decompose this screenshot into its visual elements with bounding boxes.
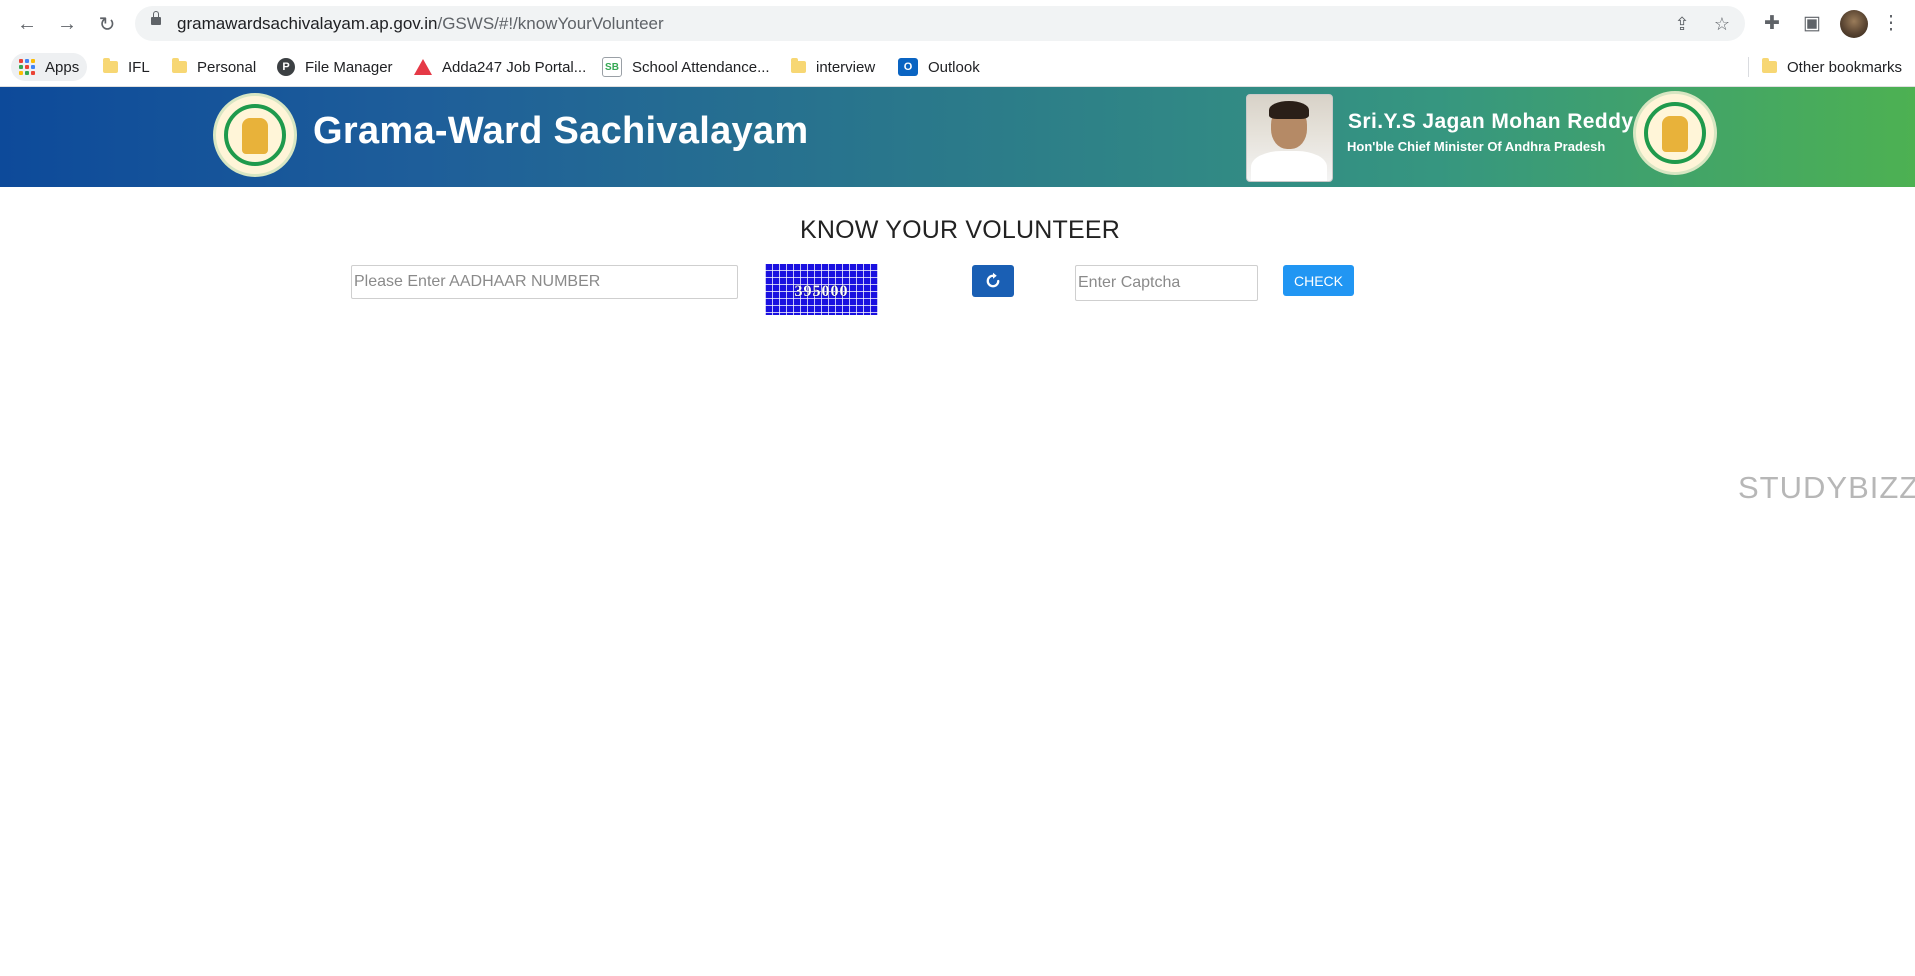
bookmark-apps[interactable]: Apps [11,53,88,81]
bookmark-label: IFL [128,58,150,76]
folder-icon [172,58,187,73]
url-text[interactable]: gramawardsachivalayam.ap.gov.in/GSWS/#!/… [177,14,664,34]
outlook-icon: O [898,58,918,76]
bookmark-label: Adda247 Job Portal... [442,58,587,76]
share-icon[interactable]: ⇪ [1670,12,1694,36]
chief-minister-photo [1246,94,1333,182]
side-panel-icon[interactable]: ▣ [1799,10,1825,36]
site-title[interactable]: Grama-Ward Sachivalayam [313,110,809,153]
bookmarks-divider [1748,57,1749,77]
cm-designation: Hon'ble Chief Minister Of Andhra Pradesh [1347,139,1606,154]
bookmark-ifl[interactable]: IFL [103,53,150,81]
bookmark-file-manager[interactable]: P File Manager [277,53,393,81]
bookmark-label: Outlook [928,58,980,76]
forward-icon[interactable]: → [51,8,83,40]
adda247-icon [414,59,432,75]
other-bookmarks-label: Other bookmarks [1787,58,1903,76]
ap-emblem-logo-left [213,93,297,177]
captcha-refresh-button[interactable] [972,265,1014,297]
profile-avatar[interactable] [1840,10,1868,38]
bookmark-label: File Manager [305,58,393,76]
folder-icon [1762,58,1777,73]
lock-icon[interactable] [151,11,161,25]
page-title: KNOW YOUR VOLUNTEER [799,216,1121,244]
address-bar[interactable]: gramawardsachivalayam.ap.gov.in/GSWS/#!/… [135,6,1745,41]
extensions-icon[interactable]: ✚ [1759,10,1785,36]
bookmark-label: interview [816,58,876,76]
ap-emblem-logo-right [1633,91,1717,175]
folder-icon [103,58,118,73]
cm-name: Sri.Y.S Jagan Mohan Reddy [1348,110,1634,133]
bookmark-outlook[interactable]: O Outlook [898,53,980,81]
bookmark-star-icon[interactable]: ☆ [1710,12,1734,36]
bookmark-adda247[interactable]: Adda247 Job Portal... [414,53,586,81]
menu-icon[interactable]: ⋮ [1878,10,1904,36]
bookmark-label: Apps [45,58,80,76]
bookmark-label: School Attendance... [632,58,770,76]
bookmark-school-attendance[interactable]: SB School Attendance... [602,53,770,81]
other-bookmarks[interactable]: Other bookmarks [1762,53,1902,81]
captcha-input[interactable] [1075,265,1258,301]
captcha-image: 395000 [765,264,878,315]
file-manager-icon: P [277,58,295,76]
folder-icon [791,58,806,73]
bookmarks-bar: Apps IFL Personal P File Manager Adda247… [0,47,1915,87]
bookmark-label: Personal [197,58,257,76]
aadhaar-input[interactable] [351,265,738,299]
back-icon[interactable]: ← [11,8,43,40]
browser-toolbar: ← → ↻ gramawardsachivalayam.ap.gov.in/GS… [0,0,1915,47]
bookmark-personal[interactable]: Personal [172,53,256,81]
captcha-text: 395000 [794,283,849,300]
refresh-icon [986,272,1000,288]
apps-grid-icon [19,59,35,75]
school-attendance-icon: SB [602,57,622,77]
check-button[interactable]: CHECK [1283,265,1354,296]
reload-icon[interactable]: ↻ [91,8,123,40]
bookmark-interview[interactable]: interview [791,53,875,81]
watermark: STUDYBIZZ [1738,470,1915,505]
